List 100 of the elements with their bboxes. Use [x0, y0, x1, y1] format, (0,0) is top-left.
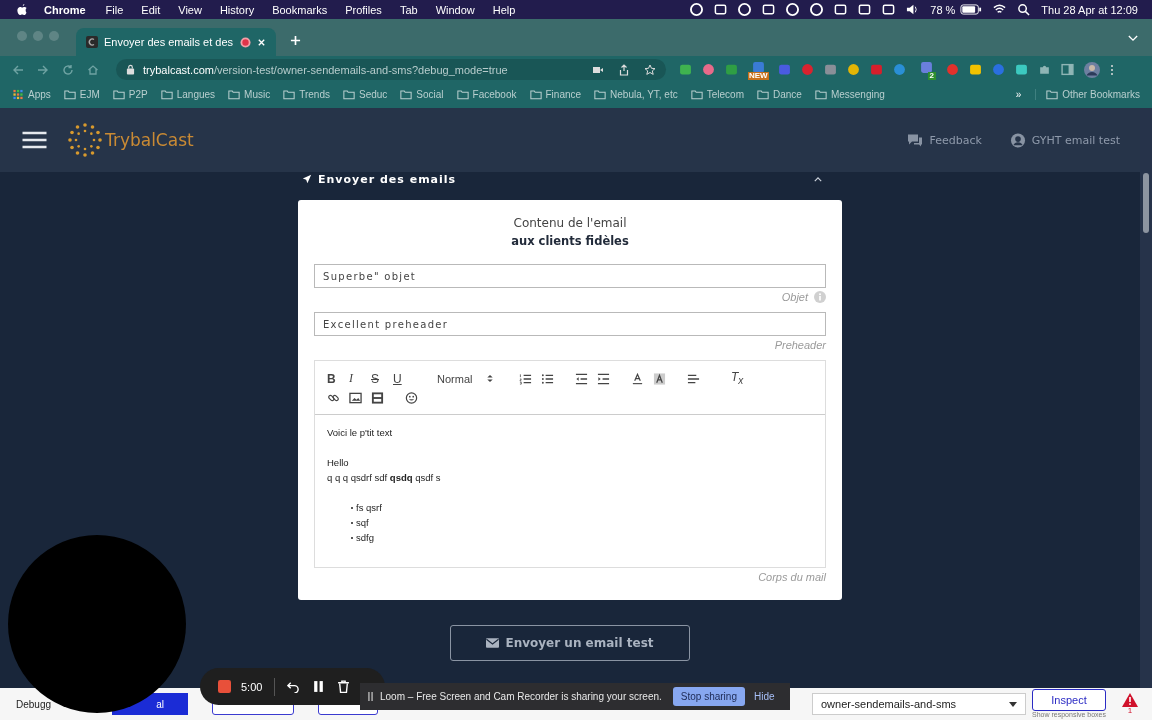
bookmark-item[interactable]: Nebula, YT, etc — [594, 88, 678, 100]
card-subtitle: aux clients fidèles — [510, 234, 630, 248]
square-status-icon[interactable] — [762, 3, 776, 16]
editor-paragraph: q q q qsdrf sdf qsdq qsdf s — [327, 471, 442, 485]
input-field[interactable]: Excellent preheader — [314, 312, 826, 336]
round-status-icon[interactable] — [786, 3, 800, 16]
undo-icon[interactable] — [287, 680, 301, 693]
align-icon[interactable] — [687, 372, 700, 385]
pause-icon[interactable] — [312, 680, 326, 693]
close-icon[interactable] — [257, 37, 266, 47]
star-icon[interactable] — [644, 63, 656, 76]
menu-item[interactable]: Window — [435, 3, 475, 16]
image-icon[interactable] — [349, 391, 362, 404]
page-select[interactable]: owner-sendemails-and-sms — [812, 693, 1026, 715]
bookmark-item[interactable]: Social — [400, 88, 444, 100]
bookmark-item[interactable]: Seduc — [342, 88, 388, 100]
puzzle-icon[interactable] — [1038, 63, 1051, 76]
wifi-icon[interactable] — [993, 3, 1007, 16]
format-button[interactable]: I — [349, 371, 371, 386]
extension-icon[interactable] — [1015, 63, 1028, 76]
paper-plane-icon — [302, 174, 312, 184]
profile-avatar[interactable] — [1084, 61, 1100, 78]
format-button[interactable]: S — [371, 371, 393, 386]
folder-icon — [160, 88, 173, 100]
bookmark-item[interactable]: Finance — [529, 88, 582, 100]
numbered-list-icon[interactable] — [519, 372, 532, 385]
address-bar[interactable]: trybalcast.com/version-test/owner-sendemails-and-sms?debug_mode=true — [116, 59, 666, 80]
menu-icon[interactable] — [22, 131, 47, 149]
logo-icon[interactable] — [67, 122, 103, 158]
outdent-icon[interactable] — [575, 372, 588, 385]
square-status-icon[interactable] — [882, 3, 896, 16]
drag-handle-icon[interactable] — [368, 692, 373, 701]
more-menu-icon[interactable] — [1110, 63, 1114, 76]
extension-icon[interactable] — [969, 63, 982, 76]
square-status-icon[interactable] — [834, 3, 848, 16]
round-status-icon[interactable] — [690, 3, 704, 16]
size-select[interactable]: Normal — [437, 372, 493, 385]
clear-format-button[interactable]: T$_{x}$ — [731, 370, 744, 387]
inspect-button[interactable]: Inspect — [1032, 689, 1106, 711]
apple-icon[interactable] — [16, 3, 28, 16]
bookmark-item[interactable]: Telecom — [690, 88, 744, 100]
menu-item[interactable]: Tab — [399, 3, 418, 16]
envelope-icon — [486, 638, 500, 648]
menu-item[interactable]: Help — [492, 3, 516, 16]
menu-item[interactable]: Bookmarks — [272, 3, 328, 16]
more-bookmarks-button[interactable]: » — [1015, 88, 1022, 100]
warning-icon[interactable] — [1122, 693, 1138, 707]
round-status-icon[interactable] — [810, 3, 824, 16]
bookmark-item[interactable]: Dance — [756, 88, 802, 100]
highlight-icon[interactable] — [653, 372, 666, 385]
menu-item[interactable]: File — [105, 3, 124, 16]
warning-count: 1 — [1127, 707, 1133, 715]
round-status-icon[interactable] — [738, 3, 752, 16]
bookmark-item[interactable]: Trends — [283, 88, 330, 100]
hide-button[interactable]: Hide — [751, 691, 777, 702]
brand-name[interactable]: TrybalCast — [105, 130, 194, 150]
format-button[interactable]: B — [327, 371, 349, 386]
app-menu[interactable]: Chrome — [44, 3, 86, 16]
trash-icon[interactable] — [337, 680, 351, 693]
emoji-icon[interactable] — [405, 391, 418, 404]
bookmark-item[interactable]: Langues — [160, 88, 216, 100]
folder-icon — [228, 88, 241, 100]
chevron-down-icon[interactable] — [1128, 35, 1138, 42]
side-panel-icon[interactable] — [1061, 63, 1074, 76]
extension-icon[interactable] — [679, 63, 692, 76]
input-field[interactable]: Superbe" objet — [314, 264, 826, 288]
stop-sharing-button[interactable]: Stop sharing — [672, 687, 745, 706]
volume-icon[interactable] — [906, 3, 920, 16]
menu-item[interactable]: History — [219, 3, 255, 16]
bookmark-item[interactable]: Facebook — [456, 88, 517, 100]
video-icon[interactable] — [371, 391, 384, 404]
browser-tab[interactable]: Envoyer des emails et des — [76, 28, 276, 56]
bookmark-item[interactable]: P2P — [112, 88, 148, 100]
battery-icon[interactable] — [960, 4, 983, 15]
section-header[interactable]: Envoyer des emails — [298, 170, 842, 188]
bookmark-item[interactable]: EJM — [63, 88, 100, 100]
send-test-email-button[interactable]: Envoyer un email test — [450, 625, 690, 661]
share-icon[interactable] — [618, 63, 630, 76]
up-down-arrows-icon — [487, 374, 493, 383]
bookmark-item[interactable]: Apps — [12, 88, 51, 100]
format-button[interactable]: U — [393, 371, 415, 386]
folder-icon — [594, 88, 607, 100]
extension-icon[interactable] — [847, 63, 860, 76]
bookmark-item[interactable]: Music — [228, 88, 271, 100]
menu-item[interactable]: Edit — [141, 3, 161, 16]
feedback-link[interactable]: Feedback — [907, 132, 982, 148]
text-color-icon[interactable] — [631, 372, 644, 385]
caret-icon — [1009, 701, 1017, 707]
menu-item[interactable]: Profiles — [345, 3, 382, 16]
menu-item[interactable]: View — [178, 3, 202, 16]
other-bookmarks[interactable]: Other Bookmarks — [1035, 88, 1140, 100]
square-status-icon[interactable] — [858, 3, 872, 16]
new-tab-icon[interactable] — [290, 35, 301, 46]
indent-icon[interactable] — [597, 372, 610, 385]
search-icon[interactable] — [1017, 3, 1031, 16]
square-status-icon[interactable] — [714, 3, 728, 16]
recording-time: 5:00 — [241, 680, 263, 693]
user-menu[interactable]: GYHT email test — [1009, 132, 1120, 148]
bookmark-item[interactable]: Messenging — [814, 88, 885, 100]
bullet-list-icon[interactable] — [541, 372, 554, 385]
